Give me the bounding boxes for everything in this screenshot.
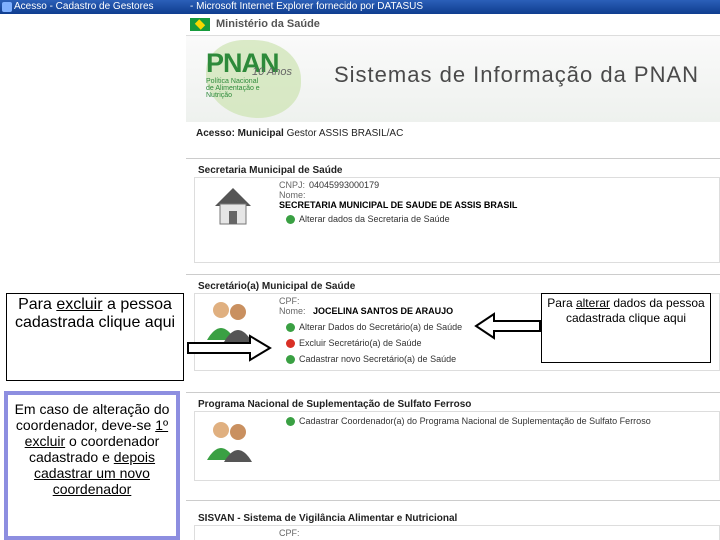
callout-underline: excluir (56, 296, 103, 313)
callout-text: Para (547, 296, 573, 310)
site-header: PNAN 10 Anos Política Nacional de Alimen… (186, 36, 720, 122)
nome-label-2: Nome: (279, 306, 306, 316)
tab-title: Acesso - Cadastro de Gestores (14, 1, 154, 12)
programa-title: Programa Nacional de Suplementação de Su… (198, 399, 472, 410)
delete-icon (286, 339, 295, 348)
nome-label: Nome: (279, 190, 306, 200)
sisvan-section: SISVAN - Sistema de Vigilância Alimentar… (186, 500, 720, 540)
access-line: Acesso: Municipal Gestor ASSIS BRASIL/AC (196, 128, 403, 139)
people-icon (207, 422, 252, 462)
secretario-title: Secretário(a) Municipal de Saúde (198, 281, 356, 292)
callout-text: Para (18, 296, 52, 313)
programa-section: Programa Nacional de Suplementação de Su… (186, 392, 720, 492)
access-value: Gestor ASSIS BRASIL/AC (286, 128, 404, 139)
secretaria-nome: SECRETARIA MUNICIPAL DE SAUDE DE ASSIS B… (279, 200, 518, 210)
access-label: Acesso: Municipal (196, 128, 284, 139)
cpf-label-2: CPF: (279, 528, 300, 538)
edit-icon (286, 215, 295, 224)
edit-icon (286, 323, 295, 332)
logo-subtitle: Política Nacional de Alimentação e Nutri… (206, 78, 260, 99)
cadastrar-coordenador-link[interactable]: Cadastrar Coordenador(a) do Programa Nac… (299, 416, 651, 426)
browser-title-bar: Acesso - Cadastro de Gestores - Microsof… (0, 0, 720, 14)
callout-alterar: Para alterar dados da pessoa cadastrada … (541, 293, 711, 363)
window-title: - Microsoft Internet Explorer fornecido … (190, 1, 424, 12)
callout-excluir: Para excluir a pessoa cadastrada clique … (6, 293, 184, 381)
callout-underline: coordenador (52, 481, 132, 497)
cnpj-value: 04045993000179 (309, 180, 380, 190)
ministry-label: Ministério da Saúde (216, 18, 320, 30)
add-icon (286, 417, 295, 426)
cpf-label: CPF: (279, 296, 300, 306)
secretaria-box: CNPJ: 04045993000179 Nome: SECRETARIA MU… (194, 177, 720, 263)
arrow-right-icon (187, 334, 272, 362)
callout-text: Em caso de alteração do coordenador, dev… (14, 401, 170, 433)
callout-coordenador: Em caso de alteração do coordenador, dev… (4, 391, 180, 540)
alterar-secretaria-link[interactable]: Alterar dados da Secretaria de Saúde (299, 214, 450, 224)
programa-box: Cadastrar Coordenador(a) do Programa Nac… (194, 411, 720, 481)
secretario-nome: JOCELINA SANTOS DE ARAUJO (313, 306, 454, 316)
sisvan-box: CPF: (194, 525, 720, 540)
secretaria-section: Secretaria Municipal de Saúde CNPJ: 0404… (186, 158, 720, 268)
cadastrar-secretario-link[interactable]: Cadastrar novo Secretário(a) de Saúde (299, 354, 456, 364)
system-title: Sistemas de Informação da PNAN (334, 62, 700, 87)
excluir-secretario-link[interactable]: Excluir Secretário(a) de Saúde (299, 338, 422, 348)
sisvan-title: SISVAN - Sistema de Vigilância Alimentar… (198, 513, 458, 524)
arrow-left-icon (474, 312, 541, 340)
callout-underline: alterar (575, 296, 610, 310)
brazil-flag-icon (190, 18, 210, 31)
ministry-bar: Ministério da Saúde (186, 14, 720, 36)
logo-anos: 10 Anos (252, 66, 292, 78)
add-icon (286, 355, 295, 364)
cnpj-label: CNPJ: (279, 180, 306, 190)
house-icon (215, 188, 251, 225)
alterar-secretario-link[interactable]: Alterar Dados do Secretário(a) de Saúde (299, 322, 462, 332)
ie-icon (2, 2, 12, 12)
secretaria-title: Secretaria Municipal de Saúde (198, 165, 343, 176)
